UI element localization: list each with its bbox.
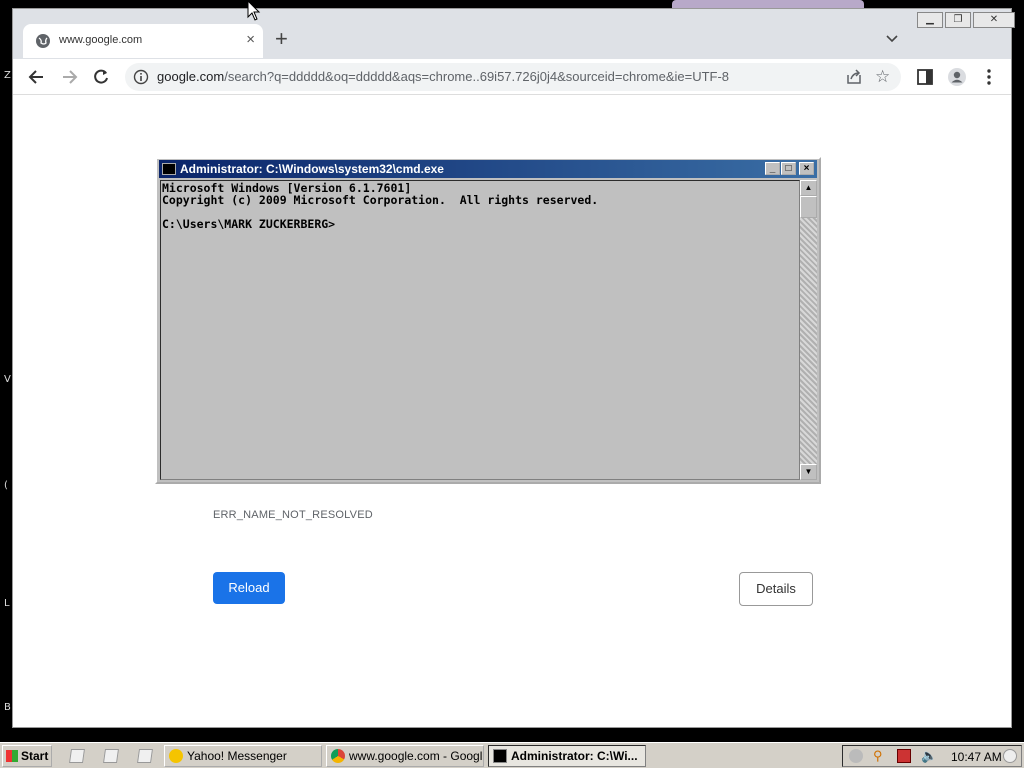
system-tray: ⚲ 🔈 10:47 AM [842, 745, 1022, 767]
reload-icon[interactable] [91, 67, 111, 87]
cmd-close-button[interactable]: × [799, 162, 814, 175]
tray-extra-icon[interactable] [1003, 749, 1017, 763]
desktop-text-fragment: L [4, 598, 10, 609]
cmd-console[interactable]: Microsoft Windows [Version 6.1.7601] Copy… [160, 180, 800, 480]
cmd-scrollbar[interactable]: ▲ ▼ [800, 180, 817, 480]
tab-title: www.google.com [59, 34, 143, 46]
cmd-window: Administrator: C:\Windows\system32\cmd.e… [155, 157, 821, 484]
globe-icon [36, 34, 50, 48]
start-button[interactable]: Start [2, 745, 52, 767]
scroll-up-arrow-icon[interactable]: ▲ [800, 180, 817, 196]
cmd-line: Copyright (c) 2009 Microsoft Corporation… [162, 193, 599, 207]
network-tray-icon[interactable] [897, 749, 911, 763]
new-tab-button[interactable]: + [275, 28, 288, 50]
share-icon[interactable] [845, 68, 863, 86]
taskbar: Start Yahoo! Messenger www.google.com - … [0, 742, 1024, 768]
scroll-thumb[interactable] [800, 196, 817, 218]
error-code: ERR_NAME_NOT_RESOLVED [213, 509, 373, 521]
scroll-down-arrow-icon[interactable]: ▼ [800, 464, 817, 480]
tab-google[interactable]: www.google.com × [23, 24, 263, 58]
cmd-icon [493, 749, 507, 763]
start-label: Start [21, 749, 49, 763]
taskbar-item-chrome[interactable]: www.google.com - Googl... [326, 745, 484, 767]
task-label: Administrator: C:\Wi... [511, 749, 638, 763]
cmd-minimize-button[interactable]: _ [765, 162, 780, 175]
task-label: Yahoo! Messenger [187, 749, 287, 763]
search-tray-icon[interactable]: ⚲ [873, 749, 887, 763]
cmd-app-icon [162, 163, 176, 175]
desktop-text-fragment: B [4, 702, 11, 713]
info-icon[interactable] [133, 69, 149, 85]
cmd-prompt: C:\Users\MARK ZUCKERBERG> [162, 217, 336, 231]
minimize-button[interactable]: ▁ [917, 12, 943, 28]
desktop-text-fragment: V [4, 374, 11, 385]
quick-launch-icon[interactable] [69, 749, 85, 763]
cmd-maximize-button[interactable]: □ [781, 162, 796, 175]
tray-status-icon[interactable] [849, 749, 863, 763]
cmd-output: Microsoft Windows [Version 6.1.7601] Copy… [162, 182, 598, 230]
kebab-menu-icon[interactable] [979, 67, 999, 87]
quick-launch-icon[interactable] [103, 749, 119, 763]
restore-button[interactable]: ❐ [945, 12, 971, 28]
chevron-down-icon[interactable] [885, 31, 899, 45]
bookmark-star-icon[interactable]: ☆ [875, 67, 890, 87]
yahoo-messenger-icon [169, 749, 183, 763]
quick-launch-icon[interactable] [137, 749, 153, 763]
close-window-button[interactable]: ✕ [973, 12, 1015, 28]
desktop-text-fragment: ( [4, 480, 8, 491]
reload-button[interactable]: Reload [213, 572, 285, 604]
forward-arrow-icon[interactable] [59, 67, 79, 87]
volume-icon[interactable]: 🔈 [921, 749, 937, 763]
windows-logo-icon [6, 750, 18, 762]
address-bar[interactable]: google.com/search?q=ddddd&oq=ddddd&aqs=c… [125, 63, 901, 91]
cmd-titlebar[interactable]: Administrator: C:\Windows\system32\cmd.e… [159, 160, 817, 178]
chrome-icon [331, 749, 345, 763]
details-button[interactable]: Details [739, 572, 813, 606]
tab-strip: www.google.com × + ▁ ❐ ✕ [13, 9, 1015, 65]
side-panel-icon[interactable] [915, 67, 935, 87]
browser-toolbar: google.com/search?q=ddddd&oq=ddddd&aqs=c… [13, 59, 1011, 95]
url-host: google.com [157, 69, 225, 84]
url-path: /search?q=ddddd&oq=ddddd&aqs=chrome..69i… [224, 69, 730, 84]
url-text: google.com/search?q=ddddd&oq=ddddd&aqs=c… [157, 69, 729, 84]
taskbar-item-yahoo-messenger[interactable]: Yahoo! Messenger [164, 745, 322, 767]
mouse-cursor-icon [247, 0, 261, 21]
back-arrow-icon[interactable] [27, 67, 47, 87]
desktop-text-fragment: Z [4, 70, 11, 81]
close-tab-icon[interactable]: × [246, 31, 255, 48]
profile-avatar-icon[interactable] [947, 67, 967, 87]
cmd-title: Administrator: C:\Windows\system32\cmd.e… [180, 162, 444, 176]
task-label: www.google.com - Googl... [349, 749, 484, 763]
taskbar-item-cmd[interactable]: Administrator: C:\Wi... [488, 745, 646, 767]
clock: 10:47 AM [951, 750, 1002, 764]
window-controls: ▁ ❐ ✕ [917, 12, 1015, 28]
